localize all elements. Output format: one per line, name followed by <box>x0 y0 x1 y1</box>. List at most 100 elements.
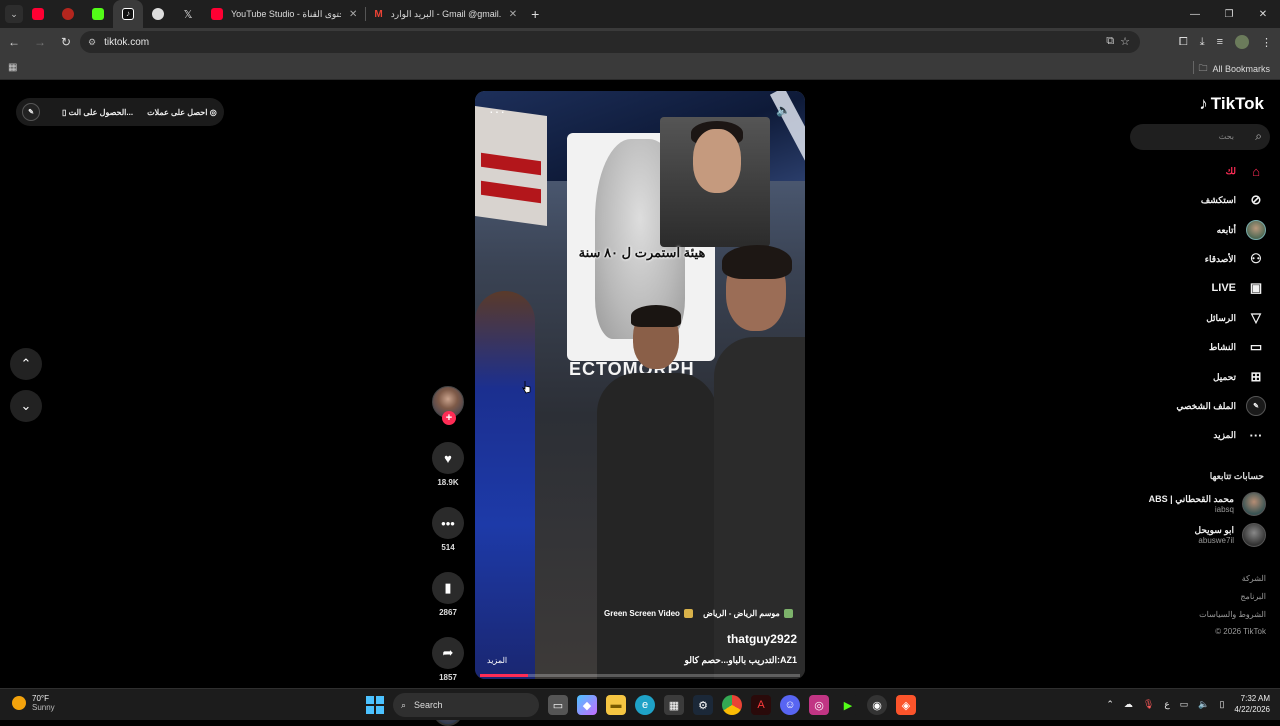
tag-location[interactable]: موسم الرياض - الرياض <box>703 609 793 619</box>
signature-avatar[interactable]: ✎ <box>22 103 40 121</box>
get-app-button[interactable]: ▯ الحصول على الت... <box>62 108 133 117</box>
weather-widget[interactable]: 70°F Sunny <box>12 694 55 712</box>
volume-icon[interactable]: 🔈 <box>776 103 791 117</box>
tab-threads-pinned[interactable] <box>143 0 173 28</box>
follow-plus-icon[interactable]: + <box>442 411 456 425</box>
taskbar-search[interactable]: ⌕ Search <box>393 693 539 717</box>
task-view-icon[interactable]: ▭ <box>548 695 568 715</box>
microphone-icon[interactable]: 🎙 <box>1143 699 1154 710</box>
brave-icon[interactable]: ◈ <box>896 695 916 715</box>
close-tab-icon[interactable]: ✕ <box>349 9 357 20</box>
tag-green-screen[interactable]: Green Screen Video <box>604 609 694 619</box>
omnibox[interactable]: ⚙ tiktok.com ⧉ ☆ <box>80 31 1140 53</box>
sidebar-item-messages[interactable]: الرسائل ▽ <box>1206 306 1266 330</box>
bookmark-star-icon[interactable]: ☆ <box>1120 35 1130 48</box>
video-options-icon[interactable]: ··· <box>489 103 506 119</box>
steam-icon[interactable]: ⚙ <box>693 695 713 715</box>
footer-company-link[interactable]: الشركة <box>1242 574 1266 583</box>
footer-terms-link[interactable]: الشروط والسياسات <box>1199 610 1266 619</box>
tab-youtube-pinned[interactable] <box>23 0 53 28</box>
tab-gmail[interactable]: M البريد الوارد - Gmail @gmail.com ✕ <box>366 0 525 28</box>
bookmarks-separator <box>1193 61 1194 74</box>
like-button[interactable]: ♥ <box>432 442 464 474</box>
all-bookmarks-button[interactable]: 🗀 All Bookmarks <box>1198 61 1270 77</box>
search-icon[interactable]: ⌕ <box>1255 129 1262 144</box>
sidebar-item-following[interactable]: أتابعه <box>1217 218 1266 242</box>
store-icon[interactable]: ▦ <box>664 695 684 715</box>
sidebar-item-more[interactable]: المزيد ··· <box>1213 423 1266 447</box>
tiktok-note-icon: ♪ <box>1199 94 1208 113</box>
more-icon: ··· <box>1249 427 1263 443</box>
play-icon[interactable]: ▶ <box>838 695 858 715</box>
tab-tiktok-pinned[interactable]: ♪ <box>113 0 143 28</box>
chrome-icon[interactable] <box>722 695 742 715</box>
reload-icon[interactable]: ↻ <box>54 35 78 49</box>
language-indicator[interactable]: ع <box>1164 699 1169 710</box>
close-tab-icon[interactable]: ✕ <box>509 9 517 20</box>
video-username[interactable]: thatguy2922 <box>727 632 797 646</box>
search-input[interactable]: بحث ⌕ <box>1130 124 1270 150</box>
get-coins-button[interactable]: احصل على عملات ◎ <box>147 108 217 117</box>
new-tab-button[interactable]: + <box>531 6 539 22</box>
extensions-icon[interactable]: ⧠ <box>1179 36 1188 49</box>
clock-date: 4/22/2026 <box>1234 705 1270 714</box>
tiktok-logo[interactable]: ♪ TikTok <box>1199 94 1264 114</box>
back-icon[interactable]: ← <box>2 35 26 49</box>
install-app-icon[interactable]: ⧉ <box>1106 35 1114 48</box>
forward-icon[interactable]: → <box>28 35 52 49</box>
restore-button[interactable]: ❐ <box>1212 0 1246 28</box>
following-avatar-icon <box>1246 220 1266 240</box>
volume-icon[interactable]: 🔈 <box>1198 699 1209 710</box>
clock[interactable]: 7:32 AM 4/22/2026 <box>1234 693 1270 715</box>
tiktok-icon: ♪ <box>122 8 134 20</box>
bookmark-icon: ▮ <box>444 580 452 595</box>
media-icon[interactable]: ≡ <box>1217 36 1223 48</box>
sidebar-item-live[interactable]: LIVE ▣ <box>1212 276 1266 300</box>
next-video-button[interactable]: ⌄ <box>10 390 42 422</box>
sidebar-item-profile[interactable]: الملف الشخصي ✎ <box>1176 394 1266 418</box>
screen-capture-icon[interactable]: ◎ <box>809 695 829 715</box>
discord-icon[interactable]: ☺ <box>780 695 800 715</box>
description-more-link[interactable]: المزيد <box>487 656 507 665</box>
video-progress-bar[interactable] <box>480 674 800 677</box>
profile-avatar[interactable] <box>1235 35 1249 49</box>
sidebar-item-activity[interactable]: النشاط ▭ <box>1209 335 1266 359</box>
apps-grid-icon[interactable]: ▦ <box>8 62 17 73</box>
tab-x-pinned[interactable]: 𝕏 <box>173 0 203 28</box>
tab-red-pinned[interactable] <box>53 0 83 28</box>
edge-icon[interactable]: e <box>635 695 655 715</box>
following-account[interactable]: ABS | محمد القحطاني iabsq <box>1149 492 1266 516</box>
footer-program-link[interactable]: البرنامج <box>1240 592 1266 601</box>
site-info-icon[interactable]: ⚙ <box>88 37 96 48</box>
windows-start-icon[interactable] <box>366 696 384 714</box>
close-window-button[interactable]: ✕ <box>1246 0 1280 28</box>
following-account[interactable]: ابو سويحل abuswe7il <box>1195 523 1266 547</box>
share-button[interactable]: ➦ <box>432 637 464 669</box>
tab-search-button[interactable]: ⌄ <box>5 5 23 23</box>
minimize-button[interactable]: — <box>1178 0 1212 28</box>
sidebar-item-for-you[interactable]: لك ⌂ <box>1226 159 1266 183</box>
menu-kebab-icon[interactable]: ⋮ <box>1261 36 1272 49</box>
previous-video-button[interactable]: ⌃ <box>10 348 42 380</box>
url-text[interactable]: tiktok.com <box>104 37 149 48</box>
file-explorer-icon[interactable]: ▬ <box>606 695 626 715</box>
adobe-icon[interactable]: A <box>751 695 771 715</box>
sidebar-item-label: استكشف <box>1200 194 1236 205</box>
copilot-icon[interactable]: ◆ <box>577 695 597 715</box>
onedrive-icon[interactable]: ☁ <box>1124 699 1133 710</box>
network-icon[interactable]: ▭ <box>1180 699 1189 710</box>
tab-youtube-studio[interactable]: YouTube Studio - محتوى القناة ✕ <box>203 0 365 28</box>
sidebar-item-friends[interactable]: الأصدقاء ⚇ <box>1205 247 1266 271</box>
video-progress-fill <box>480 674 528 677</box>
battery-icon[interactable]: ▯ <box>1219 699 1224 710</box>
tab-kick-pinned[interactable] <box>83 0 113 28</box>
save-button[interactable]: ▮ <box>432 572 464 604</box>
download-icon[interactable]: ⤓ <box>1200 36 1205 49</box>
obs-icon[interactable]: ◉ <box>867 695 887 715</box>
creator-avatar[interactable]: + <box>432 386 464 425</box>
sidebar-item-explore[interactable]: استكشف ⊘ <box>1201 188 1266 212</box>
sidebar-item-upload[interactable]: تحميل ⊞ <box>1213 365 1266 389</box>
comment-button[interactable]: ••• <box>432 507 464 539</box>
tray-chevron-icon[interactable]: ⌃ <box>1106 699 1114 710</box>
taskbar-apps: ⌕ Search ▭ ◆ ▬ e ▦ ⚙ A ☺ ◎ ▶ ◉ ◈ <box>366 693 916 717</box>
